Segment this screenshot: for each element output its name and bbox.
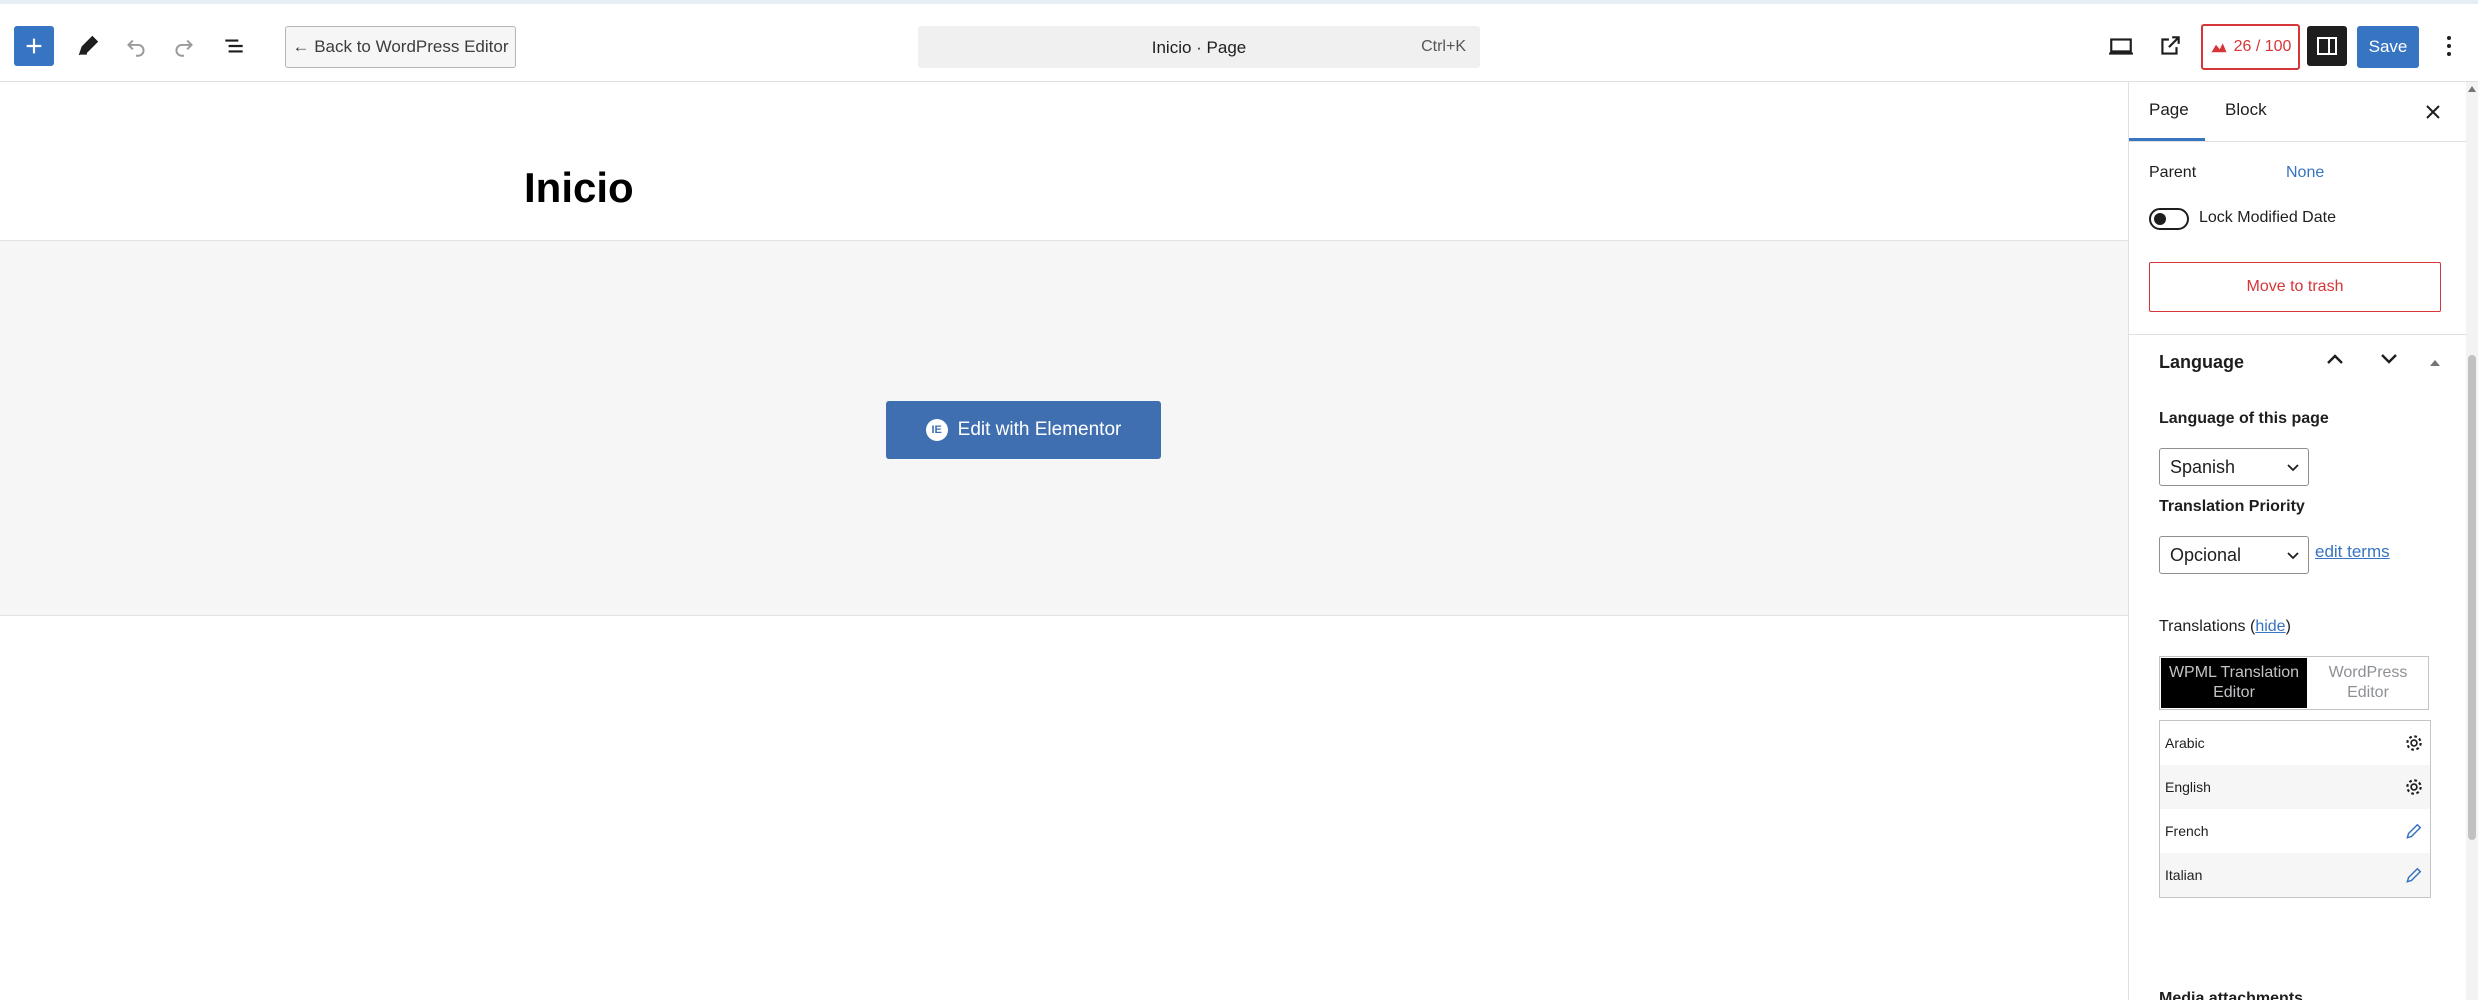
- lock-modified-date-label: Lock Modified Date: [2199, 209, 2336, 226]
- pencil-icon[interactable]: [2404, 821, 2424, 841]
- chevron-down-icon: [2287, 552, 2299, 560]
- caret-up-icon: [2430, 360, 2440, 366]
- gear-icon[interactable]: [2404, 777, 2424, 797]
- pencil-icon[interactable]: [2404, 865, 2424, 885]
- save-button[interactable]: Save: [2357, 26, 2419, 68]
- tab-block[interactable]: Block: [2225, 100, 2267, 120]
- pencil-icon: [78, 35, 99, 56]
- external-link-icon: [2161, 36, 2180, 55]
- undo-icon: [127, 39, 145, 57]
- language-name: Arabic: [2165, 735, 2205, 751]
- list-view-icon: [225, 39, 243, 53]
- move-down-button[interactable]: [2379, 352, 2403, 372]
- translation-priority-select[interactable]: Opcional: [2159, 536, 2309, 574]
- language-panel: [2129, 334, 2478, 335]
- more-vertical-icon: [2447, 36, 2451, 56]
- chevron-down-icon: [2287, 464, 2299, 472]
- document-title: Inicio · Page: [1151, 38, 1247, 57]
- options-menu-button[interactable]: [2434, 28, 2464, 64]
- move-up-button[interactable]: [2325, 352, 2349, 372]
- translation-priority-label: Translation Priority: [2159, 498, 2305, 515]
- translations-close-paren: ): [2285, 618, 2291, 635]
- translation-priority-value: Opcional: [2170, 545, 2242, 565]
- command-palette-bar[interactable]: Inicio · Page Ctrl+K: [918, 26, 1480, 68]
- seo-score-button[interactable]: 26 / 100: [2201, 24, 2300, 70]
- page-language-select[interactable]: Spanish: [2159, 448, 2309, 486]
- language-name: French: [2165, 823, 2209, 839]
- list-item: Arabic: [2160, 721, 2430, 765]
- move-to-trash-button[interactable]: Move to trash: [2149, 262, 2441, 312]
- editor-toolbar: ← Back to WordPress Editor Inicio · Page…: [0, 0, 2478, 82]
- editor-canvas: Inicio IE Edit with Elementor: [0, 82, 2128, 1000]
- seo-score: 26 / 100: [2233, 38, 2292, 55]
- view-page-button[interactable]: [2152, 28, 2188, 64]
- settings-sidebar-toggle[interactable]: [2307, 26, 2347, 66]
- plus-icon: [26, 38, 42, 54]
- redo-button[interactable]: [166, 28, 202, 64]
- desktop-preview-icon: [2109, 38, 2133, 55]
- close-icon: [2426, 105, 2440, 119]
- settings-sidebar: Page Block Parent None Lock Modified Dat…: [2128, 82, 2478, 1000]
- gear-icon[interactable]: [2404, 733, 2424, 753]
- translation-editor-switch: WPML Translation Editor WordPress Editor: [2159, 656, 2429, 710]
- parent-label: Parent: [2149, 164, 2197, 181]
- tab-page[interactable]: Page: [2149, 100, 2189, 120]
- language-name: English: [2165, 779, 2211, 795]
- add-block-button[interactable]: [14, 26, 54, 66]
- list-item: Italian: [2160, 853, 2430, 897]
- edit-terms-link[interactable]: edit terms: [2315, 542, 2390, 562]
- chevron-down-icon: [2381, 354, 2397, 364]
- preview-button[interactable]: [2103, 28, 2139, 64]
- list-item: French: [2160, 809, 2430, 853]
- command-shortcut: Ctrl+K: [1421, 38, 1466, 55]
- translations-heading: Translations (hide): [2159, 618, 2291, 636]
- redo-icon: [175, 39, 193, 57]
- page-title[interactable]: Inicio: [524, 164, 634, 212]
- back-to-wordpress-editor-button[interactable]: ← Back to WordPress Editor: [285, 26, 516, 68]
- sidebar-icon: [2317, 37, 2337, 55]
- page-language-label: Language of this page: [2159, 410, 2329, 427]
- scrollbar-thumb[interactable]: [2468, 355, 2476, 840]
- edit-with-elementor-button[interactable]: IE Edit with Elementor: [886, 401, 1161, 459]
- chevron-up-icon: [2327, 354, 2343, 364]
- active-tab-indicator: [2129, 138, 2205, 141]
- seo-icon: [2211, 43, 2227, 53]
- close-sidebar-button[interactable]: [2419, 98, 2447, 126]
- tools-button[interactable]: [70, 28, 106, 64]
- edit-with-elementor-label: Edit with Elementor: [957, 419, 1122, 440]
- media-attachments-heading: Media attachments: [2159, 990, 2304, 1000]
- lock-modified-date-toggle[interactable]: [2149, 208, 2189, 230]
- scroll-up-icon: [2468, 86, 2476, 92]
- language-name: Italian: [2165, 867, 2203, 883]
- hide-translations-link[interactable]: hide: [2255, 618, 2285, 635]
- toggle-knob: [2154, 213, 2166, 225]
- elementor-placeholder: IE Edit with Elementor: [0, 240, 2128, 616]
- sidebar-tabs: Page Block: [2129, 82, 2478, 142]
- list-item: English: [2160, 765, 2430, 809]
- collapse-panel-button[interactable]: [2429, 354, 2445, 368]
- undo-button[interactable]: [118, 28, 154, 64]
- language-heading: Language: [2159, 352, 2245, 372]
- page-language-value: Spanish: [2170, 457, 2236, 477]
- translations-table: Arabic English French Italian: [2159, 720, 2431, 898]
- elementor-icon: IE: [925, 419, 948, 441]
- wpml-translation-editor-option[interactable]: WPML Translation Editor: [2161, 658, 2307, 708]
- translations-label: Translations (: [2159, 618, 2256, 635]
- wordpress-editor-option[interactable]: WordPress Editor: [2308, 658, 2428, 708]
- parent-value-link[interactable]: None: [2286, 164, 2324, 182]
- list-view-button[interactable]: [216, 28, 252, 64]
